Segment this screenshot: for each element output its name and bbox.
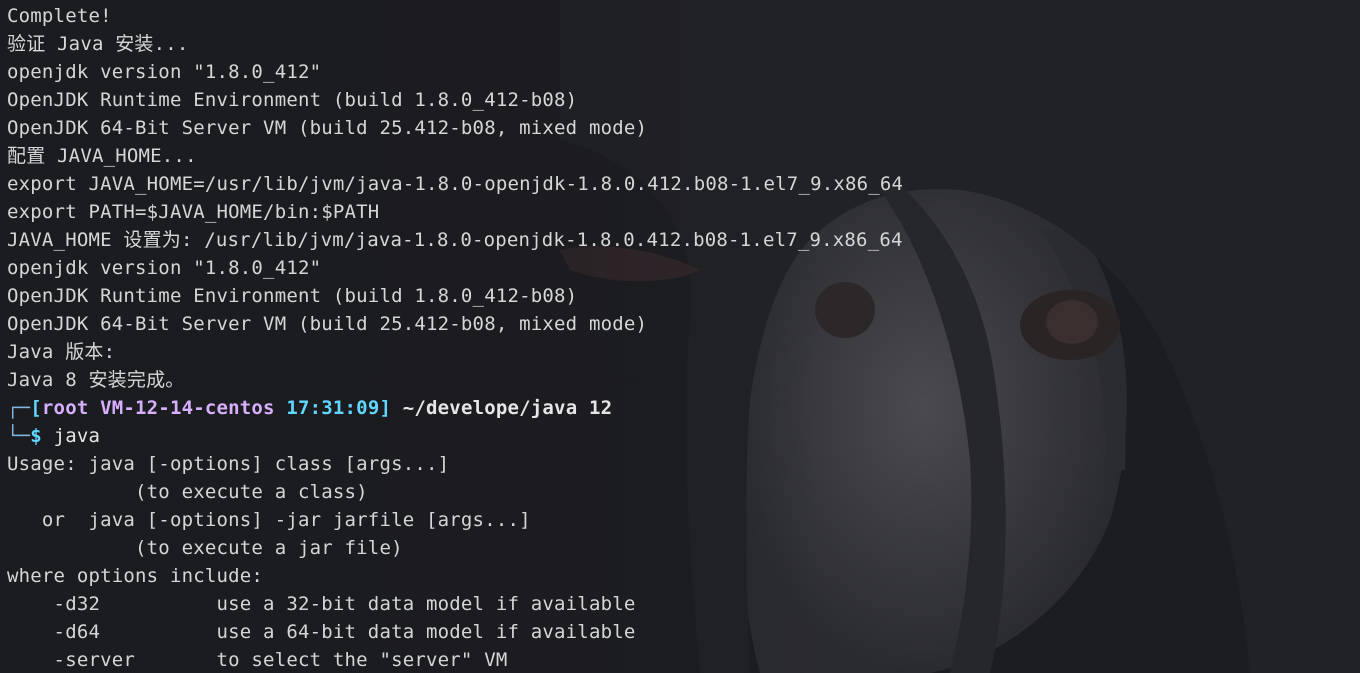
terminal-line: OpenJDK 64-Bit Server VM (build 25.412-b… — [7, 117, 648, 139]
terminal-line: JAVA_HOME 设置为: /usr/lib/jvm/java-1.8.0-o… — [7, 229, 903, 251]
prompt-dollar: $ — [30, 425, 42, 447]
terminal-line: -d32 use a 32-bit data model if availabl… — [7, 593, 636, 615]
command-line: └─$ java — [7, 422, 1353, 450]
terminal-line: openjdk version "1.8.0_412" — [7, 257, 322, 279]
prompt-cwd: ~/develope/java — [402, 397, 578, 419]
terminal-line: -server to select the "server" VM — [7, 649, 508, 671]
terminal-line: (to execute a class) — [7, 481, 368, 503]
terminal-line: OpenJDK 64-Bit Server VM (build 25.412-b… — [7, 313, 648, 335]
terminal-line: export JAVA_HOME=/usr/lib/jvm/java-1.8.0… — [7, 173, 904, 195]
terminal-line: 配置 JAVA_HOME... — [7, 145, 197, 167]
prompt-time: 17:31:09 — [286, 397, 380, 419]
terminal-output[interactable]: Complete! 验证 Java 安装... openjdk version … — [7, 2, 1353, 672]
terminal-line: Usage: java [-options] class [args...] — [7, 453, 450, 475]
terminal-line: or java [-options] -jar jarfile [args...… — [7, 509, 531, 531]
prompt-user-host: root VM-12-14-centos — [41, 397, 275, 419]
terminal-line: 验证 Java 安装... — [7, 33, 189, 55]
terminal-line: openjdk version "1.8.0_412" — [7, 61, 322, 83]
prompt-box-bottom: └─ — [7, 425, 31, 447]
terminal-line: OpenJDK Runtime Environment (build 1.8.0… — [7, 285, 578, 307]
prompt-open-bracket: [ — [30, 397, 42, 419]
terminal-line: OpenJDK Runtime Environment (build 1.8.0… — [7, 89, 578, 111]
terminal-line: Java 8 安装完成。 — [7, 369, 185, 391]
terminal-line: Java 版本: — [7, 341, 116, 363]
terminal-line: where options include: — [7, 565, 264, 587]
terminal-line: (to execute a jar file) — [7, 537, 403, 559]
prompt-box-top: ┌─ — [7, 397, 31, 419]
prompt-close-bracket: ] — [379, 397, 392, 419]
prompt-line: ┌─[root VM-12-14-centos 17:31:09] ~/deve… — [7, 394, 1353, 422]
terminal-line: export PATH=$JAVA_HOME/bin:$PATH — [7, 201, 380, 223]
terminal-line: -d64 use a 64-bit data model if availabl… — [7, 621, 636, 643]
prompt-exit-code: 12 — [588, 397, 613, 419]
terminal-line: Complete! — [7, 5, 112, 27]
command-text: java — [53, 425, 101, 447]
